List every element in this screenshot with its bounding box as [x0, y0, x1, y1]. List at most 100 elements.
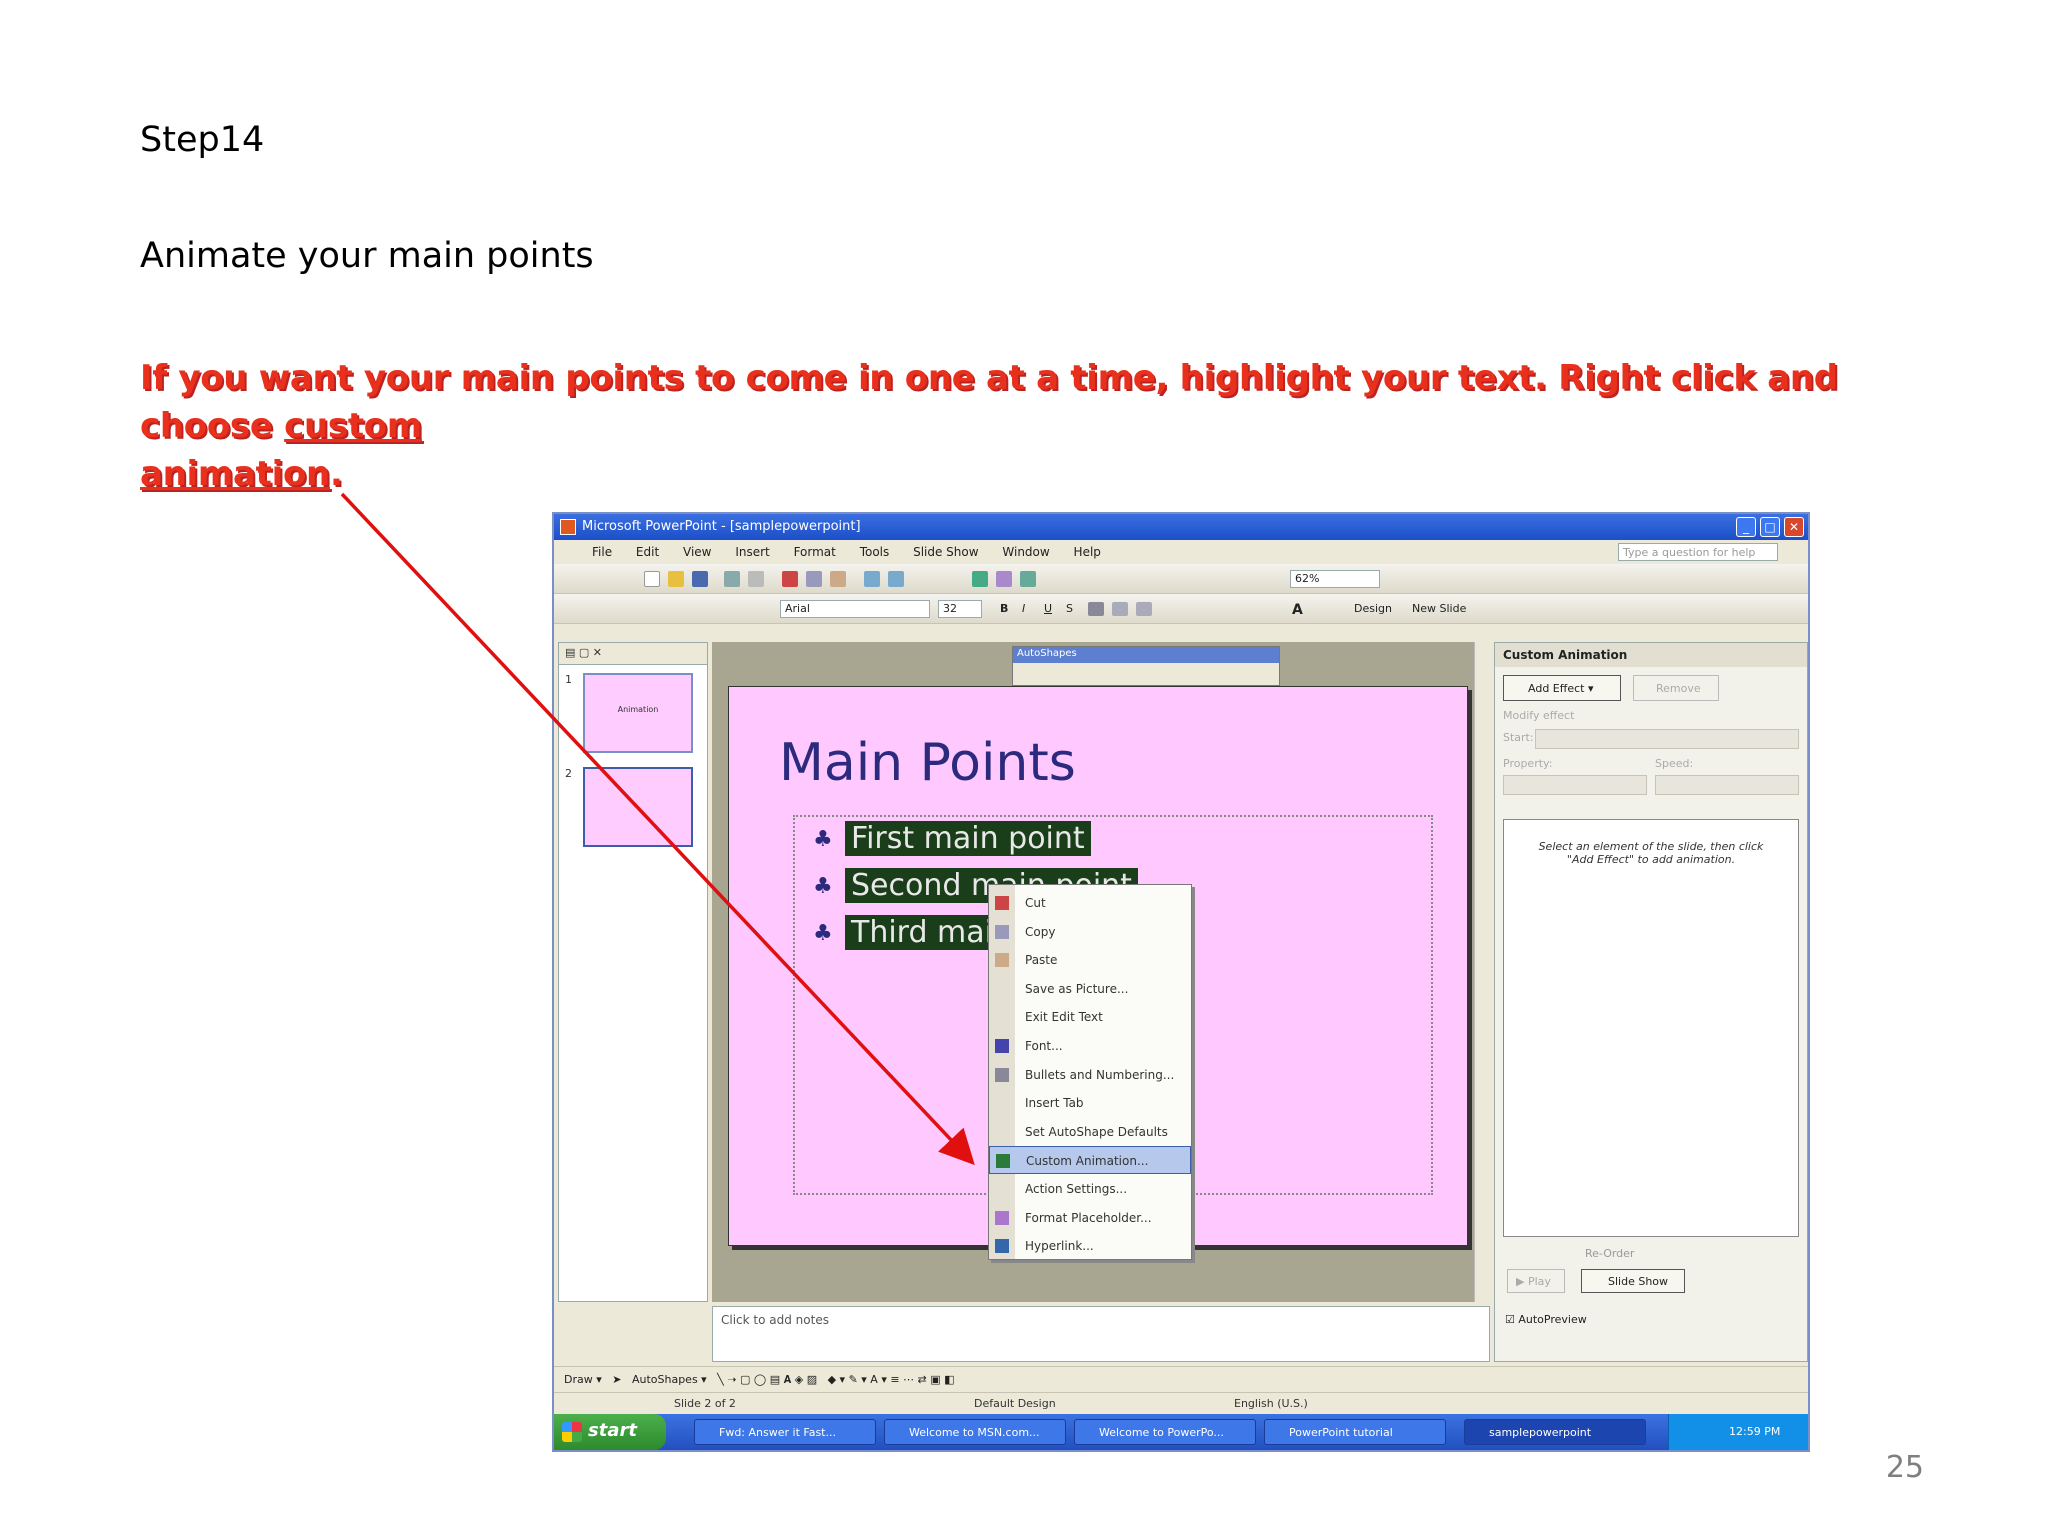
slide-show-button[interactable]: Slide Show — [1581, 1269, 1685, 1293]
open-icon[interactable] — [668, 571, 684, 587]
menu-window[interactable]: Window — [992, 540, 1059, 559]
property-label: Property: — [1503, 757, 1553, 770]
maximize-button[interactable]: □ — [1760, 517, 1780, 537]
bullet-marker-icon: ♣ — [813, 874, 833, 899]
print-icon[interactable] — [724, 571, 740, 587]
menu-slideshow[interactable]: Slide Show — [903, 540, 988, 559]
context-menu-item-hyperlink[interactable]: Hyperlink... — [989, 1232, 1191, 1260]
context-menu-item-bullets-and-numbering[interactable]: Bullets and Numbering... — [989, 1061, 1191, 1089]
slide-title[interactable]: Main Points — [779, 733, 1076, 793]
step-subtitle: Animate your main points — [140, 236, 594, 276]
save-icon[interactable] — [692, 571, 708, 587]
page-number: 25 — [1885, 1450, 1924, 1485]
print-preview-icon[interactable] — [748, 571, 764, 587]
autopreview-checkbox[interactable]: ☑ AutoPreview — [1505, 1313, 1587, 1326]
context-menu: Cut Copy Paste Save as Picture... Exit Edit … — [988, 884, 1192, 1260]
status-language: English (U.S.) — [1234, 1397, 1308, 1410]
task-pane-title: Custom Animation — [1495, 643, 1807, 667]
font-size-select[interactable]: 32 — [938, 600, 982, 618]
play-button[interactable]: ▶ Play — [1507, 1269, 1565, 1293]
outline-slides-tabs[interactable]: ▤ ▢ ✕ — [559, 643, 707, 665]
add-effect-button[interactable]: Add Effect ▾ — [1503, 675, 1621, 701]
cut-icon[interactable] — [782, 571, 798, 587]
taskbar-item-4[interactable]: PowerPoint tutorial — [1264, 1419, 1446, 1445]
autoshapes-toolbar[interactable]: AutoShapes — [1012, 646, 1280, 686]
menu-file[interactable]: File — [582, 540, 622, 559]
taskbar-item-5[interactable]: samplepowerpoint — [1464, 1419, 1646, 1445]
autoshapes-menu[interactable]: AutoShapes — [632, 1373, 698, 1386]
context-menu-item-action-settings[interactable]: Action Settings... — [989, 1175, 1191, 1203]
menu-edit[interactable]: Edit — [626, 540, 669, 559]
help-search-input[interactable]: Type a question for help — [1618, 543, 1778, 561]
new-slide-button[interactable]: New Slide — [1412, 602, 1466, 615]
context-menu-item-paste[interactable]: Paste — [989, 946, 1191, 974]
notes-pane[interactable]: Click to add notes — [712, 1306, 1490, 1362]
italic-button[interactable]: I — [1022, 602, 1025, 615]
align-right-icon[interactable] — [1136, 602, 1152, 616]
menu-insert[interactable]: Insert — [725, 540, 779, 559]
start-button[interactable]: start — [554, 1414, 666, 1450]
font-select[interactable]: Arial — [780, 600, 930, 618]
design-button[interactable]: Design — [1354, 602, 1392, 615]
property-select[interactable] — [1503, 775, 1647, 795]
remove-button[interactable]: Remove — [1633, 675, 1719, 701]
context-menu-item-cut[interactable]: Cut — [989, 889, 1191, 917]
menu-help[interactable]: Help — [1064, 540, 1111, 559]
taskbar-item-1[interactable]: Fwd: Answer it Fast... — [694, 1419, 876, 1445]
context-menu-item-custom-animation[interactable]: Custom Animation... — [989, 1146, 1191, 1175]
chart-icon[interactable] — [972, 571, 988, 587]
context-menu-label: Custom Animation... — [1026, 1154, 1149, 1169]
font-color-button[interactable]: A — [1292, 602, 1303, 618]
draw-menu[interactable]: Draw — [564, 1373, 593, 1386]
bold-button[interactable]: B — [1000, 602, 1008, 615]
minimize-button[interactable]: _ — [1736, 517, 1756, 537]
menu-format[interactable]: Format — [784, 540, 846, 559]
animation-icon — [996, 1154, 1010, 1169]
taskbar-item-3[interactable]: Welcome to PowerPo... — [1074, 1419, 1256, 1445]
new-icon[interactable] — [644, 571, 660, 587]
start-select[interactable] — [1535, 729, 1799, 749]
window-title: Microsoft PowerPoint - [samplepowerpoint… — [582, 519, 861, 534]
align-left-icon[interactable] — [1088, 602, 1104, 616]
context-menu-item-set-autoshape-defaults[interactable]: Set AutoShape Defaults — [989, 1118, 1191, 1146]
vertical-scrollbar[interactable] — [1474, 642, 1490, 1302]
menu-bar: File Edit View Insert Format Tools Slide… — [554, 540, 1808, 564]
context-menu-item-save-as-picture[interactable]: Save as Picture... — [989, 975, 1191, 1003]
context-menu-item-copy[interactable]: Copy — [989, 918, 1191, 946]
taskbar-item-2[interactable]: Welcome to MSN.com... — [884, 1419, 1066, 1445]
shadow-button[interactable]: S — [1066, 602, 1073, 615]
underline-button[interactable]: U — [1044, 602, 1052, 615]
redo-icon[interactable] — [888, 571, 904, 587]
windows-taskbar: start Fwd: Answer it Fast... Welcome to … — [554, 1414, 1808, 1450]
context-menu-item-format-placeholder[interactable]: Format Placeholder... — [989, 1204, 1191, 1232]
reorder-buttons[interactable]: Re-Order — [1585, 1247, 1634, 1260]
context-menu-label: Hyperlink... — [1025, 1239, 1094, 1254]
slide-thumbnail-1[interactable]: Animation — [583, 673, 693, 753]
undo-icon[interactable] — [864, 571, 880, 587]
context-menu-item-exit-edit-text[interactable]: Exit Edit Text — [989, 1003, 1191, 1031]
table-icon[interactable] — [996, 571, 1012, 587]
menu-view[interactable]: View — [673, 540, 721, 559]
bullet-1[interactable]: ♣ First main point — [813, 821, 1091, 856]
speed-select[interactable] — [1655, 775, 1799, 795]
scissors-icon — [995, 896, 1009, 910]
context-menu-label: Set AutoShape Defaults — [1025, 1124, 1168, 1139]
hyperlink-icon — [995, 1239, 1009, 1254]
instruction-text: If you want your main points to come in … — [140, 354, 1900, 498]
slide-thumbnail-2[interactable] — [583, 767, 693, 847]
context-menu-item-insert-tab[interactable]: Insert Tab — [989, 1089, 1191, 1117]
context-menu-label: Copy — [1025, 924, 1056, 939]
paste-icon — [995, 953, 1009, 968]
formatting-toolbar: Arial 32 B I U S A Design New Slide — [554, 594, 1808, 624]
paste-icon[interactable] — [830, 571, 846, 587]
menu-tools[interactable]: Tools — [850, 540, 900, 559]
animation-list[interactable]: Select an element of the slide, then cli… — [1503, 819, 1799, 1237]
close-button[interactable]: ✕ — [1784, 517, 1804, 537]
instruction-link-animation: animation — [140, 454, 330, 494]
grid-icon[interactable] — [1020, 571, 1036, 587]
align-center-icon[interactable] — [1112, 602, 1128, 616]
copy-icon[interactable] — [806, 571, 822, 587]
context-menu-item-font[interactable]: Font... — [989, 1032, 1191, 1060]
zoom-select[interactable]: 62% — [1290, 570, 1380, 588]
step-label: Step14 — [140, 120, 265, 160]
